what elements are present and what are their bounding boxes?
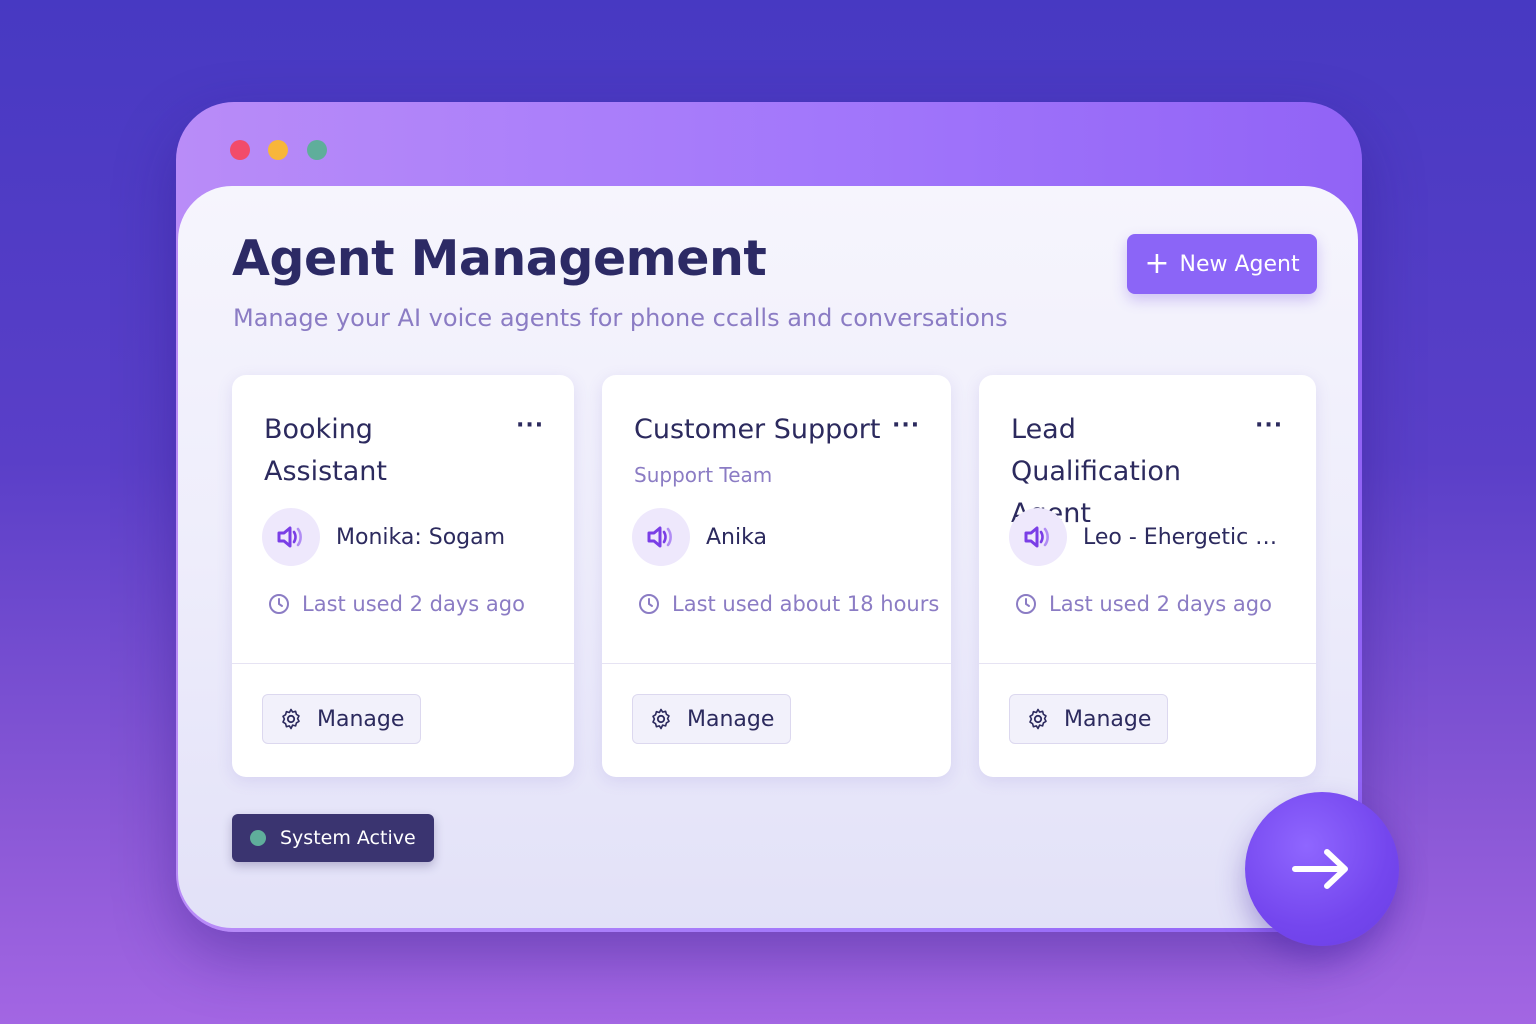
voice-name: Leo - Ehergetic Hi... bbox=[1083, 524, 1283, 550]
gear-icon bbox=[652, 708, 670, 730]
manage-button[interactable]: Manage bbox=[1009, 694, 1169, 744]
close-window-button[interactable] bbox=[230, 140, 250, 160]
status-badge: System Active bbox=[232, 814, 434, 862]
gear-icon bbox=[282, 708, 300, 730]
more-options-icon[interactable]: ··· bbox=[516, 413, 544, 438]
last-used: Last used 2 days ago bbox=[268, 592, 525, 616]
gear-icon bbox=[1029, 708, 1047, 730]
clock-icon bbox=[639, 594, 659, 614]
speaker-wave-icon bbox=[262, 508, 320, 566]
agent-voice: Anika bbox=[632, 508, 767, 566]
zoom-window-button[interactable] bbox=[307, 140, 327, 160]
plus-icon: + bbox=[1144, 246, 1170, 281]
voice-name: Monika: Sogam bbox=[336, 524, 506, 550]
arrow-right-icon bbox=[1292, 849, 1348, 889]
new-agent-button[interactable]: + New Agent bbox=[1127, 234, 1317, 294]
next-button[interactable] bbox=[1245, 792, 1399, 946]
last-used-text: Last used 2 days ago bbox=[1049, 592, 1272, 616]
manage-label: Manage bbox=[317, 706, 405, 732]
agent-name: Booking Assistant bbox=[264, 414, 388, 487]
agent-team: Support Team bbox=[634, 463, 773, 487]
manage-button[interactable]: Manage bbox=[632, 694, 792, 744]
new-agent-label: New Agent bbox=[1179, 251, 1300, 277]
last-used: Last used about 18 hours bbox=[638, 592, 939, 616]
last-used: Last used 2 days ago bbox=[1015, 592, 1272, 616]
card-divider bbox=[979, 663, 1316, 664]
status-indicator-dot bbox=[250, 830, 266, 846]
last-used-text: Last used 2 days ago bbox=[302, 592, 525, 616]
agent-card: Booking Assistant ··· Monika: Sogam Last… bbox=[232, 375, 574, 777]
status-label: System Active bbox=[280, 827, 416, 849]
page-title: Agent Management bbox=[232, 230, 767, 287]
last-used-text: Last used about 18 hours bbox=[672, 592, 940, 616]
minimize-window-button[interactable] bbox=[268, 140, 288, 160]
voice-name: Anika bbox=[706, 524, 767, 550]
clock-icon bbox=[1016, 594, 1036, 614]
clock-icon bbox=[269, 594, 289, 614]
card-divider bbox=[602, 663, 951, 664]
more-options-icon[interactable]: ··· bbox=[892, 413, 920, 438]
speaker-wave-icon bbox=[1009, 508, 1067, 566]
manage-button[interactable]: Manage bbox=[262, 694, 422, 744]
manage-label: Manage bbox=[687, 706, 775, 732]
page-subtitle: Manage your AI voice agents for phone cc… bbox=[233, 304, 1008, 332]
agent-card: Lead Qualification Agent ··· Leo - Eherg… bbox=[979, 375, 1316, 777]
manage-label: Manage bbox=[1064, 706, 1152, 732]
agent-name: Customer Support bbox=[634, 414, 881, 445]
main-content: Agent Management Manage your AI voice ag… bbox=[178, 186, 1358, 928]
more-options-icon[interactable]: ··· bbox=[1255, 413, 1283, 438]
agent-voice: Leo - Ehergetic Hi... bbox=[1009, 508, 1283, 566]
app-window: Agent Management Manage your AI voice ag… bbox=[176, 102, 1362, 932]
agent-card: Customer Support ··· Support Team Anika … bbox=[602, 375, 951, 777]
speaker-wave-icon bbox=[632, 508, 690, 566]
card-divider bbox=[232, 663, 574, 664]
agent-voice: Monika: Sogam bbox=[262, 508, 505, 566]
